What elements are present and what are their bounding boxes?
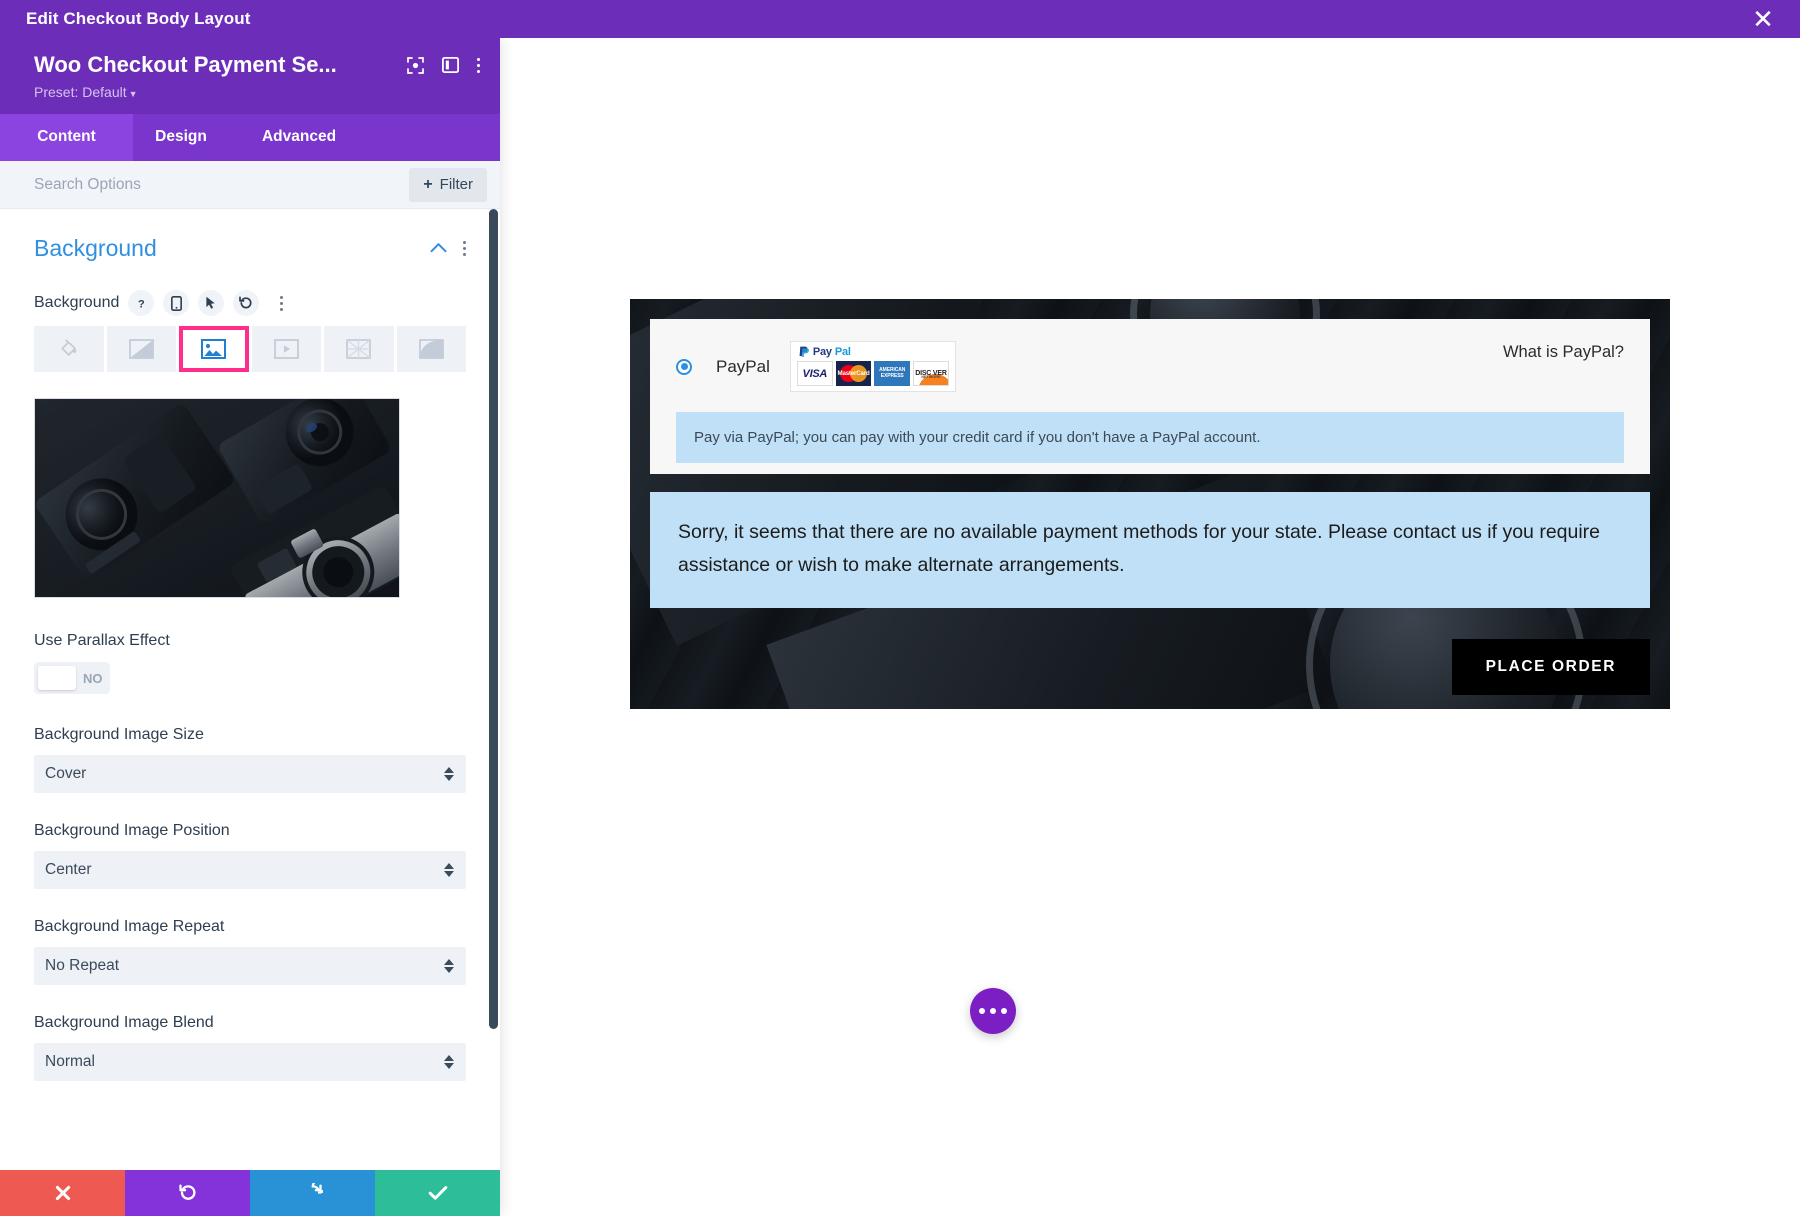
editor-top-bar: Edit Checkout Body Layout ✕	[0, 0, 1800, 38]
module-title: Woo Checkout Payment Se...	[34, 52, 337, 78]
background-image-repeat-select[interactable]: No Repeat	[34, 947, 466, 985]
filter-button[interactable]: + Filter	[409, 168, 487, 202]
section-kebab-menu-icon[interactable]	[463, 241, 466, 256]
mastercard-card-logo: MasterCard	[836, 361, 872, 386]
background-image-blend-value: Normal	[45, 1053, 95, 1071]
filter-label: Filter	[440, 176, 473, 193]
payment-method-row: PayPal PayPal VISA MasterCard	[650, 319, 1650, 392]
select-arrows-icon	[444, 1055, 454, 1069]
background-mask-option[interactable]	[397, 326, 467, 372]
background-section-header: Background	[34, 235, 466, 262]
background-gradient-option[interactable]	[107, 326, 177, 372]
select-arrows-icon	[444, 863, 454, 877]
payment-methods-panel: PayPal PayPal VISA MasterCard	[650, 319, 1650, 474]
panel-action-bar	[0, 1170, 500, 1216]
kebab-menu-icon[interactable]	[477, 58, 480, 73]
panel-header: Woo Checkout Payment Se...	[0, 38, 500, 114]
tab-design[interactable]: Design	[133, 114, 229, 161]
tab-content[interactable]: Content	[0, 114, 133, 161]
more-options-fab[interactable]	[970, 988, 1016, 1034]
page-title: Edit Checkout Body Layout	[26, 9, 250, 29]
paypal-pal-text: Pal	[835, 346, 851, 358]
editor-canvas: PayPal PayPal VISA MasterCard	[500, 38, 1800, 1216]
paypal-label: PayPal	[716, 357, 770, 377]
background-color-option[interactable]	[34, 326, 104, 372]
select-arrows-icon	[444, 767, 454, 781]
discover-card-logo: DISC VER NETWORK	[913, 361, 949, 386]
background-image-position-select[interactable]: Center	[34, 851, 466, 889]
svg-text:?: ?	[138, 298, 145, 310]
panel-body: Background Background ?	[0, 209, 500, 1170]
background-field-label-row: Background ?	[34, 290, 466, 316]
background-image-repeat-label: Background Image Repeat	[34, 918, 466, 936]
plus-icon: +	[423, 176, 432, 194]
no-payment-methods-notice: Sorry, it seems that there are no availa…	[650, 492, 1650, 608]
layout-panel-icon[interactable]	[442, 57, 459, 73]
section-title: Background	[34, 235, 157, 262]
paypal-radio[interactable]	[676, 359, 692, 375]
panel-tabs: Content Design Advanced	[0, 114, 500, 161]
panel-scrollbar[interactable]	[489, 209, 498, 1029]
checkout-module-preview: PayPal PayPal VISA MasterCard	[630, 299, 1670, 709]
redo-button[interactable]	[250, 1170, 375, 1216]
background-image-size-value: Cover	[45, 765, 86, 783]
paypal-info-box: Pay via PayPal; you can pay with your cr…	[676, 412, 1624, 463]
visa-card-logo: VISA	[797, 361, 833, 386]
background-image-size-label: Background Image Size	[34, 726, 466, 744]
toggle-knob	[38, 666, 76, 690]
paypal-glyph-icon	[799, 346, 810, 358]
paypal-logo: PayPal	[797, 346, 949, 358]
help-icon[interactable]: ?	[128, 290, 154, 316]
close-icon[interactable]: ✕	[1748, 6, 1778, 32]
parallax-toggle[interactable]: NO	[34, 662, 110, 694]
mastercard-label: MasterCard	[838, 370, 870, 377]
discover-sub-label: NETWORK	[914, 375, 948, 379]
focus-target-icon[interactable]	[407, 57, 424, 74]
preset-label: Preset: Default	[34, 84, 127, 100]
preset-selector[interactable]: Preset: Default▼	[34, 84, 480, 100]
chevron-down-icon: ▼	[129, 89, 138, 99]
undo-button[interactable]	[125, 1170, 250, 1216]
background-image-repeat-value: No Repeat	[45, 957, 119, 975]
mobile-icon[interactable]	[163, 290, 189, 316]
background-image-repeat-group: Background Image Repeat No Repeat	[34, 918, 466, 985]
parallax-value: NO	[83, 671, 103, 686]
background-type-selector	[34, 326, 466, 372]
select-arrows-icon	[444, 959, 454, 973]
parallax-label: Use Parallax Effect	[34, 632, 466, 650]
place-order-button[interactable]: PLACE ORDER	[1452, 639, 1650, 695]
paypal-pay-text: Pay	[813, 346, 832, 358]
cancel-button[interactable]	[0, 1170, 125, 1216]
amex-label: AMERICAN EXPRESS	[874, 368, 910, 380]
background-image-option[interactable]	[179, 326, 249, 372]
background-video-option[interactable]	[252, 326, 322, 372]
cursor-icon[interactable]	[198, 290, 224, 316]
background-image-position-group: Background Image Position Center	[34, 822, 466, 889]
background-image-preview[interactable]	[34, 398, 400, 598]
background-image-position-label: Background Image Position	[34, 822, 466, 840]
reset-icon[interactable]	[233, 290, 259, 316]
search-input[interactable]	[34, 176, 409, 194]
background-image-blend-select[interactable]: Normal	[34, 1043, 466, 1081]
what-is-paypal-link[interactable]: What is PayPal?	[1503, 343, 1624, 362]
save-button[interactable]	[375, 1170, 500, 1216]
search-bar: + Filter	[0, 161, 500, 209]
background-image-position-value: Center	[45, 861, 92, 879]
background-image-size-select[interactable]: Cover	[34, 755, 466, 793]
background-image-size-group: Background Image Size Cover	[34, 726, 466, 793]
background-image-blend-label: Background Image Blend	[34, 1014, 466, 1032]
background-field-label: Background	[34, 294, 119, 312]
chevron-up-icon[interactable]	[430, 240, 447, 258]
tab-advanced[interactable]: Advanced	[229, 114, 369, 161]
background-pattern-option[interactable]	[324, 326, 394, 372]
amex-card-logo: AMERICAN EXPRESS	[874, 361, 910, 386]
background-kebab-menu-icon[interactable]	[268, 290, 294, 316]
paypal-badge: PayPal VISA MasterCard AMERICAN EXPRESS	[790, 341, 956, 392]
settings-panel: Woo Checkout Payment Se...	[0, 38, 500, 1216]
accepted-cards: VISA MasterCard AMERICAN EXPRESS DISC VE…	[797, 361, 949, 386]
background-image-blend-group: Background Image Blend Normal	[34, 1014, 466, 1081]
